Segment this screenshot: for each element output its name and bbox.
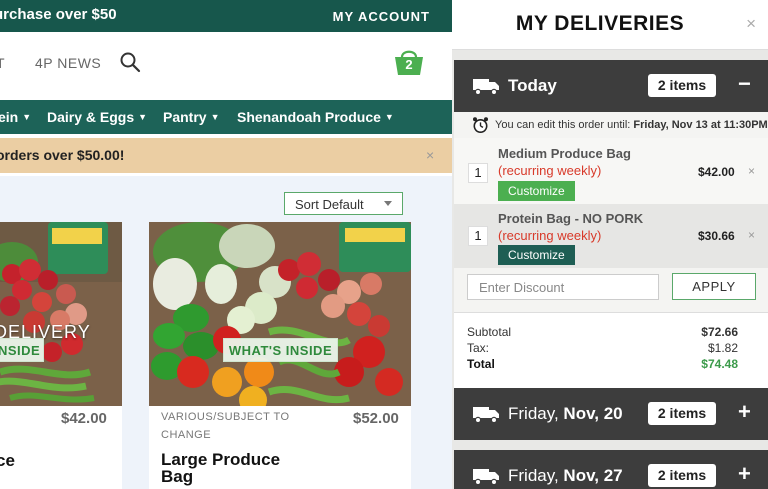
category-label: Pantry	[163, 109, 207, 125]
product-card[interactable]: WHAT'S INSIDE $52.00 VARIOUS/SUBJECT TO …	[149, 222, 411, 489]
delivery-day-header[interactable]: Today 2 items −	[454, 60, 768, 112]
expand-icon[interactable]: +	[738, 461, 751, 487]
order-line-item: 1 Medium Produce Bag (recurring weekly) …	[454, 138, 768, 204]
delivery-day-header[interactable]: Friday, Nov, 27 2 items +	[454, 450, 768, 489]
product-image[interactable]: WHAT'S INSIDE	[149, 222, 411, 406]
line-item-recurring: (recurring weekly)	[498, 228, 602, 243]
product-variety: VARIOUS/SUBJECT TO CHANGE	[161, 411, 290, 441]
whats-inside-label: NSIDE	[0, 343, 41, 358]
line-item-name: Medium Produce Bag	[498, 146, 631, 161]
delivery-day-date: Nov, 27	[563, 466, 623, 485]
apply-discount-button[interactable]: APPLY	[672, 273, 756, 300]
site-header: T 4P NEWS 2	[0, 32, 452, 100]
items-count-badge: 2 items	[648, 402, 716, 425]
tax-value: $1.82	[707, 341, 738, 355]
drawer-header: MY DELIVERIES ×	[452, 0, 768, 50]
category-item-partial[interactable]: ein ▼	[0, 109, 31, 125]
product-title[interactable]: ce	[0, 452, 15, 469]
product-image[interactable]: DELIVERY NSIDE	[0, 222, 122, 406]
whats-inside-badge[interactable]: WHAT'S INSIDE	[223, 338, 338, 362]
chevron-down-icon: ▼	[384, 112, 394, 122]
quantity-field[interactable]: 1	[468, 163, 488, 183]
cart-count-badge: 2	[405, 57, 413, 72]
delivery-day-label: Today	[508, 76, 557, 96]
deliveries-drawer: MY DELIVERIES × Today 2 items − You can …	[452, 0, 768, 489]
delivery-day-label: Friday, Nov, 20	[508, 404, 623, 424]
whats-inside-badge[interactable]: NSIDE	[0, 338, 44, 362]
collapse-icon[interactable]: −	[738, 71, 751, 97]
total-label: Total	[467, 357, 495, 371]
whats-inside-label: WHAT'S INSIDE	[228, 343, 333, 358]
truck-icon	[473, 407, 499, 423]
product-title[interactable]: Large Produce Bag	[161, 451, 311, 485]
close-icon[interactable]: ×	[746, 14, 756, 34]
line-item-price: $42.00	[698, 165, 735, 179]
category-label: Dairy & Eggs	[47, 109, 135, 125]
delivery-day-date: Nov, 20	[563, 404, 623, 423]
alarm-clock-icon	[473, 117, 488, 133]
product-price: $52.00	[353, 410, 399, 427]
edit-deadline-text: You can edit this order until: Friday, N…	[495, 119, 768, 131]
drawer-title: MY DELIVERIES	[515, 12, 685, 35]
my-account-link[interactable]: MY ACCOUNT	[333, 9, 430, 24]
nav-link-news[interactable]: 4P NEWS	[35, 55, 101, 71]
expand-icon[interactable]: +	[738, 399, 751, 425]
discount-input[interactable]	[467, 274, 659, 300]
produce-photo	[149, 222, 411, 406]
items-count-badge: 2 items	[648, 464, 716, 487]
quantity-field[interactable]: 1	[468, 226, 488, 246]
category-label: Shenandoah Produce	[237, 109, 381, 125]
delivery-day-label: Friday, Nov, 27	[508, 466, 623, 486]
product-card[interactable]: DELIVERY NSIDE $42.00 ce	[0, 222, 122, 489]
tax-label: Tax:	[467, 341, 490, 355]
sort-select[interactable]: Sort Default	[284, 192, 403, 215]
chevron-down-icon: ▼	[210, 112, 220, 122]
category-nav: ein ▼ Dairy & Eggs ▼ Pantry ▼ Shenandoah Pr…	[0, 100, 452, 134]
category-item-dairy-eggs[interactable]: Dairy & Eggs ▼	[47, 109, 147, 125]
shipping-notice: orders over $50.00! ×	[0, 138, 452, 173]
nav-link-partial[interactable]: T	[0, 55, 5, 71]
promo-text: urchase over $50	[0, 6, 117, 23]
produce-photo	[0, 222, 122, 406]
product-price: $42.00	[61, 410, 107, 427]
line-item-name: Protein Bag - NO PORK	[498, 211, 644, 226]
customize-button[interactable]: Customize	[498, 245, 575, 265]
line-item-price: $30.66	[698, 229, 735, 243]
category-item-shenandoah[interactable]: Shenandoah Produce ▼	[237, 109, 394, 125]
category-label: ein	[0, 109, 19, 125]
edit-deadline-prefix: You can edit this order until:	[495, 119, 631, 131]
truck-icon	[473, 79, 499, 95]
line-item-recurring: (recurring weekly)	[498, 163, 602, 178]
sort-select-value: Sort Default	[295, 197, 364, 212]
discount-row: APPLY	[454, 268, 768, 312]
remove-icon[interactable]: ×	[748, 164, 755, 178]
subtotal-label: Subtotal	[467, 325, 512, 339]
delivery-day-weekday: Friday,	[508, 466, 564, 485]
delivery-day-weekday: Friday,	[508, 404, 564, 423]
shipping-notice-text: orders over $50.00!	[0, 147, 125, 163]
chevron-down-icon	[384, 201, 392, 206]
chevron-down-icon: ▼	[22, 112, 32, 122]
search-icon[interactable]	[119, 51, 141, 73]
delivery-day-name: Today	[508, 76, 557, 95]
store-page: urchase over $50 MY ACCOUNT T 4P NEWS 2 …	[0, 0, 452, 489]
promo-bar: urchase over $50 MY ACCOUNT	[0, 0, 452, 32]
remove-icon[interactable]: ×	[748, 228, 755, 242]
items-count-badge: 2 items	[648, 74, 716, 97]
customize-button[interactable]: Customize	[498, 181, 575, 201]
delivery-day-header[interactable]: Friday, Nov, 20 2 items +	[454, 388, 768, 440]
order-line-item: 1 Protein Bag - NO PORK (recurring weekl…	[454, 204, 768, 268]
order-totals: Subtotal $72.66 Tax: $1.82 Total $74.48	[454, 312, 768, 388]
edit-deadline-notice: You can edit this order until: Friday, N…	[454, 112, 768, 138]
category-item-pantry[interactable]: Pantry ▼	[163, 109, 220, 125]
total-value: $74.48	[701, 357, 738, 371]
chevron-down-icon: ▼	[138, 112, 148, 122]
edit-deadline-date: Friday, Nov 13 at 11:30PM	[633, 119, 768, 131]
subtotal-value: $72.66	[701, 325, 738, 339]
close-icon[interactable]: ×	[426, 147, 434, 163]
truck-icon	[473, 469, 499, 485]
